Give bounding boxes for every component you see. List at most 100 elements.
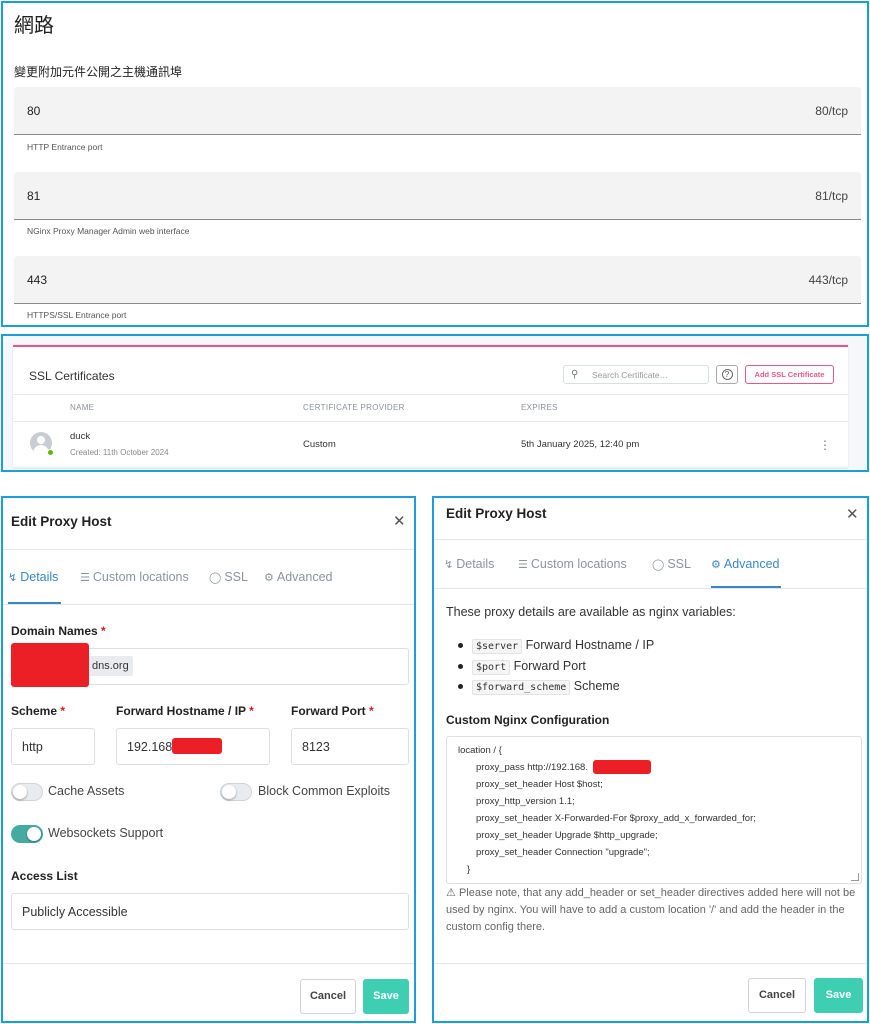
- domain-names-label: Domain Names *: [11, 624, 106, 638]
- divider: [13, 468, 848, 469]
- websockets-support-toggle[interactable]: [11, 825, 43, 843]
- close-icon[interactable]: ✕: [846, 505, 859, 523]
- port-input-80[interactable]: 80 80/tcp: [14, 87, 861, 135]
- save-button[interactable]: Save: [363, 979, 409, 1014]
- custom-nginx-config-textarea[interactable]: location / { proxy_pass http://192.168. …: [446, 736, 862, 884]
- gear-icon: ⚙: [711, 559, 721, 571]
- forward-port-label: Forward Port *: [291, 704, 374, 718]
- config-line: proxy_pass http://192.168.: [476, 762, 588, 773]
- tab-custom-locations[interactable]: ☰ Custom locations: [80, 570, 189, 584]
- edit-proxy-host-details-modal: Edit Proxy Host ✕ ↯ Details ☰ Custom locat…: [1, 496, 416, 1023]
- divider: [3, 963, 414, 964]
- edit-proxy-host-advanced-modal: Edit Proxy Host ✕ ↯ Details ☰ Custom locat…: [432, 496, 869, 1023]
- help-button[interactable]: ?: [716, 365, 738, 384]
- shield-icon: ◯: [652, 559, 665, 571]
- websockets-support-label: Websockets Support: [48, 826, 164, 840]
- network-title: 網路: [14, 13, 54, 37]
- cancel-button[interactable]: Cancel: [300, 979, 356, 1014]
- domain-tag: dns.org: [88, 656, 133, 676]
- search-placeholder: Search Certificate…: [592, 370, 669, 380]
- column-header-provider: CERTIFICATE PROVIDER: [303, 403, 405, 412]
- port-value: 80: [27, 104, 41, 118]
- tab-custom-locations[interactable]: ☰ Custom locations: [518, 557, 627, 571]
- status-online-dot: [47, 449, 54, 456]
- forward-port-input[interactable]: 8123: [291, 728, 409, 765]
- network-subtitle: 變更附加元件公開之主機通訊埠: [14, 65, 183, 79]
- port-input-81[interactable]: 81 81/tcp: [14, 172, 861, 220]
- redaction-block: [172, 738, 222, 754]
- tab-details[interactable]: ↯ Details: [444, 557, 494, 571]
- list-item: $forward_scheme Scheme: [458, 679, 620, 695]
- tab-ssl[interactable]: ◯ SSL: [209, 570, 248, 584]
- port-unit: 81/tcp: [815, 189, 848, 203]
- cache-assets-label: Cache Assets: [48, 784, 125, 798]
- forward-hostname-label: Forward Hostname / IP *: [116, 704, 254, 718]
- port-description: NGinx Proxy Manager Admin web interface: [27, 226, 190, 236]
- resize-handle[interactable]: [851, 873, 859, 881]
- nginx-variables-intro: These proxy details are available as ngi…: [446, 605, 736, 619]
- search-certificate-input[interactable]: ⚲ Search Certificate…: [563, 365, 709, 384]
- port-value: 443: [27, 273, 48, 287]
- port-description: HTTP Entrance port: [27, 142, 103, 152]
- close-icon[interactable]: ✕: [393, 512, 406, 530]
- network-panel: 網路 變更附加元件公開之主機通訊埠 80 80/tcp HTTP Entranc…: [1, 1, 869, 327]
- ssl-certificates-card: SSL Certificates ⚲ Search Certificate… ?…: [13, 345, 848, 469]
- card-title: SSL Certificates: [29, 369, 115, 383]
- search-icon: ⚲: [571, 369, 579, 380]
- divider: [434, 963, 867, 964]
- modal-title: Edit Proxy Host: [446, 506, 547, 521]
- forward-port-value: 8123: [302, 740, 330, 754]
- column-header-name: NAME: [70, 403, 95, 412]
- tab-ssl[interactable]: ◯ SSL: [652, 557, 691, 571]
- tab-details[interactable]: ↯ Details: [8, 570, 58, 584]
- port-unit: 443/tcp: [808, 273, 848, 287]
- divider: [434, 588, 867, 589]
- divider: [13, 394, 848, 395]
- certificate-expires: 5th January 2025, 12:40 pm: [521, 439, 640, 450]
- access-list-select[interactable]: Publicly Accessible: [11, 893, 409, 930]
- bolt-icon: ↯: [444, 559, 454, 571]
- certificate-name: duck: [70, 431, 91, 442]
- warning-icon: ⚠: [446, 887, 456, 899]
- forward-hostname-value: 192.168.: [127, 740, 176, 754]
- ssl-certificates-panel: SSL Certificates ⚲ Search Certificate… ?…: [1, 334, 869, 472]
- config-line: proxy_http_version 1.1;: [476, 796, 575, 807]
- shield-icon: ◯: [209, 572, 222, 584]
- scheme-label: Scheme *: [11, 704, 66, 718]
- layers-icon: ☰: [80, 572, 90, 584]
- gear-icon: ⚙: [264, 572, 274, 584]
- add-ssl-certificate-button[interactable]: Add SSL Certificate: [745, 365, 834, 384]
- divider: [13, 421, 848, 422]
- layers-icon: ☰: [518, 559, 528, 571]
- config-line: proxy_set_header Connection "upgrade";: [476, 847, 650, 858]
- list-item: $port Forward Port: [458, 659, 586, 675]
- config-line: }: [467, 864, 471, 875]
- help-icon: ?: [721, 369, 733, 380]
- certificate-created: Created: 11th October 2024: [70, 448, 169, 457]
- config-warning-note: ⚠ Please note, that any add_header or se…: [446, 887, 856, 933]
- port-value: 81: [27, 189, 41, 203]
- more-vertical-icon[interactable]: ⋮: [819, 438, 831, 452]
- block-common-exploits-toggle[interactable]: [220, 783, 252, 801]
- port-unit: 80/tcp: [815, 104, 848, 118]
- tab-advanced[interactable]: ⚙ Advanced: [711, 557, 779, 571]
- divider: [3, 549, 414, 550]
- cache-assets-toggle[interactable]: [11, 783, 43, 801]
- divider: [434, 539, 867, 540]
- redaction-block: [593, 760, 651, 774]
- config-line: location / {: [458, 745, 502, 756]
- access-list-value: Publicly Accessible: [22, 905, 128, 919]
- certificate-provider: Custom: [303, 439, 336, 450]
- redaction-block: [11, 643, 89, 687]
- config-line: proxy_set_header X-Forwarded-For $proxy_…: [476, 813, 756, 824]
- scheme-value: http: [22, 740, 43, 754]
- config-line: proxy_set_header Upgrade $http_upgrade;: [476, 830, 658, 841]
- tab-advanced[interactable]: ⚙ Advanced: [264, 570, 332, 584]
- custom-nginx-config-label: Custom Nginx Configuration: [446, 713, 610, 727]
- scheme-input[interactable]: http: [11, 728, 95, 765]
- port-input-443[interactable]: 443 443/tcp: [14, 256, 861, 304]
- access-list-label: Access List: [11, 869, 78, 883]
- save-button[interactable]: Save: [814, 978, 863, 1013]
- cancel-button[interactable]: Cancel: [748, 978, 806, 1013]
- port-description: HTTPS/SSL Entrance port: [27, 310, 127, 320]
